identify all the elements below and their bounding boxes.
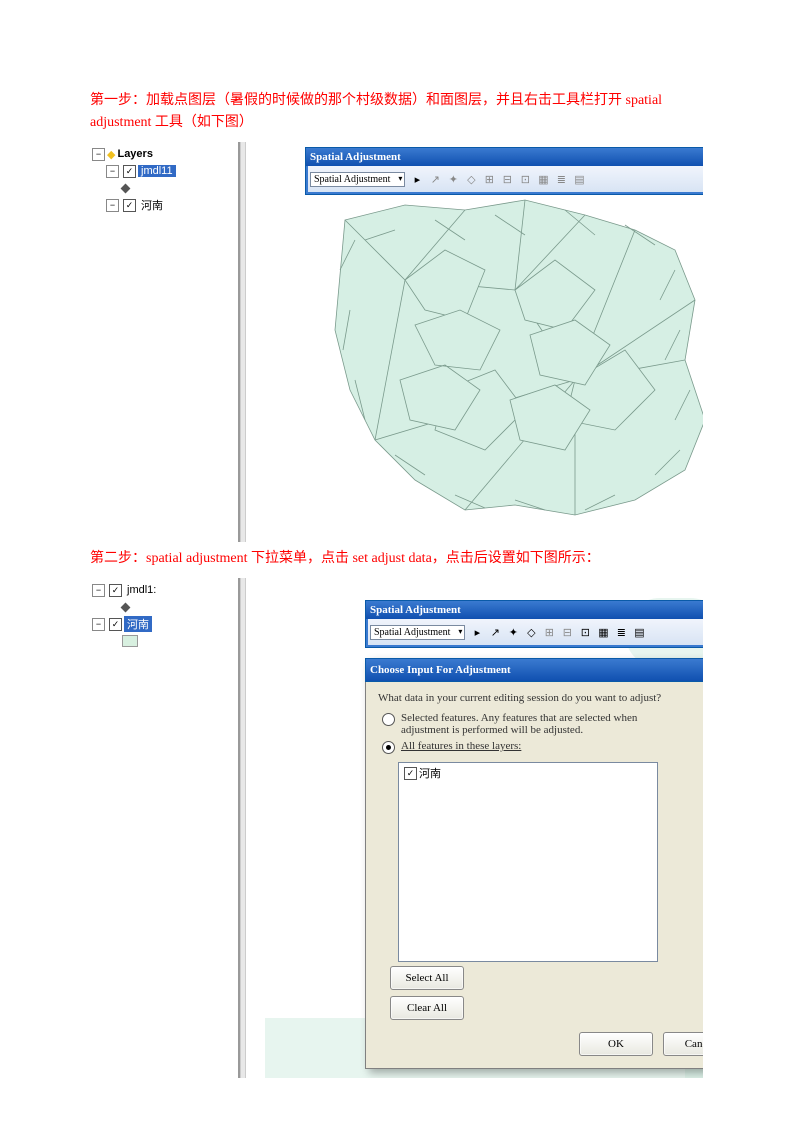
splitter[interactable]: [240, 142, 246, 542]
tool-icon[interactable]: ▤: [571, 171, 587, 187]
layer-label[interactable]: jmdl1:: [124, 584, 159, 596]
toolbar-icons: ▸ ↗ ✦ ◇ ⊞ ⊟ ⊡ ▦ ≣ ▤: [409, 171, 587, 187]
tool-icon[interactable]: ⊟: [559, 624, 575, 640]
checkbox-icon[interactable]: ✓: [123, 165, 136, 178]
spatial-adjustment-dropdown[interactable]: Spatial Adjustment: [310, 172, 405, 187]
tool-icon[interactable]: ✦: [445, 171, 461, 187]
list-item[interactable]: ✓ 河南: [402, 766, 654, 780]
map-canvas[interactable]: Spatial Adjustment × Spatial Adjustment …: [265, 142, 703, 542]
figure-1: − ◆ Layers − ✓ jmdl11 − ✓ 河南: [90, 142, 703, 542]
tool-icon[interactable]: ⊡: [517, 171, 533, 187]
tool-icon[interactable]: ⊞: [481, 171, 497, 187]
choose-input-dialog: Choose Input For Adjustment ? × What dat…: [365, 658, 703, 1069]
spatial-adjustment-toolbar[interactable]: Spatial Adjustment × Spatial Adjustment …: [305, 147, 703, 195]
toc-panel: − ✓ jmdl1: − ✓ 河南: [90, 578, 265, 1078]
map-svg: [265, 160, 703, 540]
layer-label[interactable]: jmdl11: [138, 165, 176, 177]
step1-text: 第一步：加载点图层（暑假的时候做的那个村级数据）和面图层，并且右击工具栏打开 s…: [90, 90, 703, 134]
dialog-question: What data in your current editing sessio…: [378, 692, 703, 704]
spatial-adjustment-dropdown[interactable]: Spatial Adjustment: [370, 625, 465, 640]
toc-panel: − ◆ Layers − ✓ jmdl11 − ✓ 河南: [90, 142, 265, 542]
checkbox-icon[interactable]: ✓: [109, 618, 122, 631]
point-symbol-icon: [121, 602, 131, 612]
map-canvas[interactable]: Spatial Adjustment Spatial Adjustment ▸ …: [265, 578, 703, 1078]
toolbar-icons: ▸ ↗ ✦ ◇ ⊞ ⊟ ⊡ ▦ ≣ ▤: [469, 624, 647, 640]
tool-icon[interactable]: ⊡: [577, 624, 593, 640]
splitter[interactable]: [240, 578, 246, 1078]
toc-layer-1[interactable]: − ✓ jmdl11: [92, 163, 236, 179]
layers-icon: ◆: [107, 148, 115, 161]
option-text: All features in these layers:: [401, 740, 703, 752]
point-symbol-icon: [121, 183, 131, 193]
collapse-icon[interactable]: −: [106, 165, 119, 178]
toolbar-titlebar[interactable]: Spatial Adjustment: [366, 601, 703, 619]
toolbar-titlebar[interactable]: Spatial Adjustment ×: [306, 148, 703, 166]
layer-label[interactable]: 河南: [124, 616, 152, 632]
layer-label[interactable]: 河南: [138, 197, 166, 213]
dialog-body: What data in your current editing sessio…: [365, 682, 703, 1069]
toc-layer-2[interactable]: − ✓ 河南: [92, 616, 236, 632]
figure-2: − ✓ jmdl1: − ✓ 河南 Spatial Adjustment Spa…: [90, 578, 703, 1078]
tool-icon[interactable]: ✦: [505, 624, 521, 640]
list-item-label: 河南: [419, 765, 441, 781]
toolbar-title: Spatial Adjustment: [310, 151, 401, 163]
toolbar-title: Spatial Adjustment: [370, 604, 461, 616]
checkbox-icon[interactable]: ✓: [404, 767, 417, 780]
radio-icon[interactable]: [382, 741, 395, 754]
cancel-button[interactable]: Cancel: [663, 1032, 703, 1056]
collapse-icon[interactable]: −: [92, 584, 105, 597]
ok-button[interactable]: OK: [579, 1032, 653, 1056]
collapse-icon[interactable]: −: [106, 199, 119, 212]
tool-icon[interactable]: ↗: [427, 171, 443, 187]
polygon-symbol-icon: [122, 635, 138, 647]
layers-label: Layers: [117, 148, 152, 160]
checkbox-icon[interactable]: ✓: [109, 584, 122, 597]
tool-icon[interactable]: ≣: [613, 624, 629, 640]
tool-icon[interactable]: ▦: [595, 624, 611, 640]
pointer-icon[interactable]: ▸: [409, 171, 425, 187]
clear-all-button[interactable]: Clear All: [390, 996, 464, 1020]
tool-icon[interactable]: ↗: [487, 624, 503, 640]
dialog-titlebar[interactable]: Choose Input For Adjustment ? ×: [365, 658, 703, 682]
step2-text: 第二步：spatial adjustment 下拉菜单，点击 set adjus…: [90, 548, 703, 570]
tool-icon[interactable]: ⊟: [499, 171, 515, 187]
tool-icon[interactable]: ▦: [535, 171, 551, 187]
select-all-button[interactable]: Select All: [390, 966, 464, 990]
collapse-icon[interactable]: −: [92, 148, 105, 161]
option-selected-features[interactable]: Selected features. Any features that are…: [378, 712, 703, 736]
spatial-adjustment-toolbar[interactable]: Spatial Adjustment Spatial Adjustment ▸ …: [365, 600, 703, 648]
tool-icon[interactable]: ⊞: [541, 624, 557, 640]
tool-icon[interactable]: ◇: [523, 624, 539, 640]
checkbox-icon[interactable]: ✓: [123, 199, 136, 212]
tool-icon[interactable]: ▤: [631, 624, 647, 640]
layers-listbox[interactable]: ✓ 河南: [398, 762, 658, 962]
toc-root[interactable]: − ◆ Layers: [92, 146, 236, 162]
radio-icon[interactable]: [382, 713, 395, 726]
dialog-title: Choose Input For Adjustment: [370, 664, 511, 676]
option-text: Selected features. Any features that are…: [401, 712, 703, 736]
tool-icon[interactable]: ≣: [553, 171, 569, 187]
pointer-icon[interactable]: ▸: [469, 624, 485, 640]
collapse-icon[interactable]: −: [92, 618, 105, 631]
tool-icon[interactable]: ◇: [463, 171, 479, 187]
toc-layer-2[interactable]: − ✓ 河南: [92, 197, 236, 213]
toc-layer-1[interactable]: − ✓ jmdl1:: [92, 582, 236, 598]
option-all-features[interactable]: All features in these layers:: [378, 740, 703, 754]
